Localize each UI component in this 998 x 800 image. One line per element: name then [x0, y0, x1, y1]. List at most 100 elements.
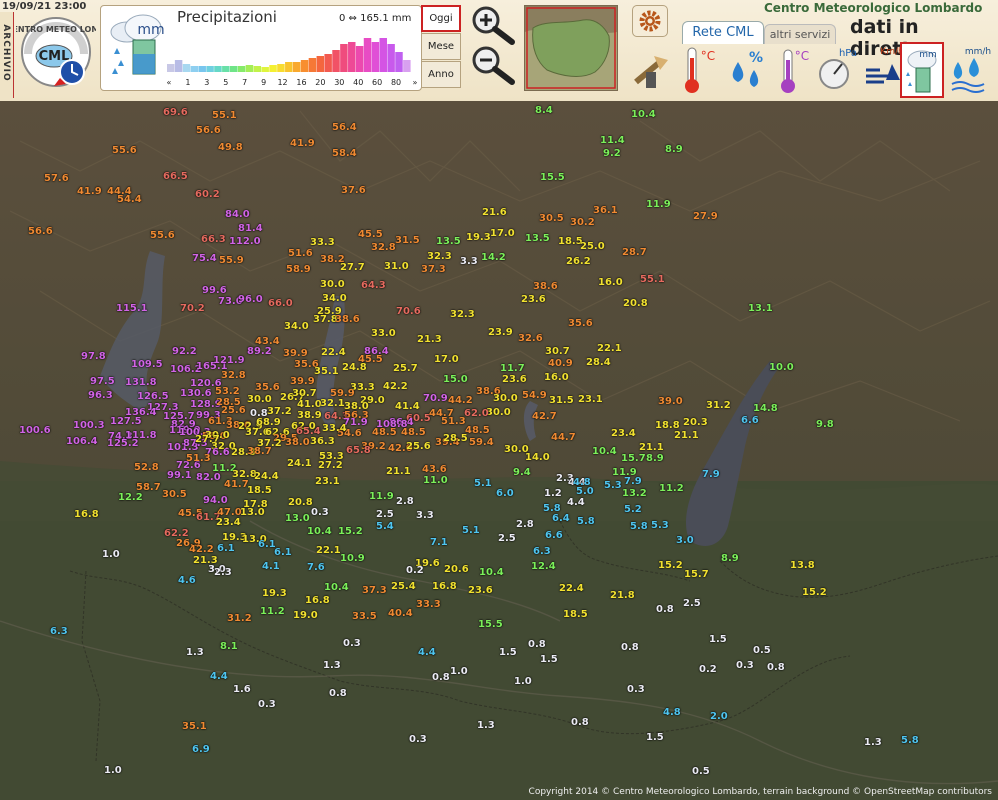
station-value[interactable]: 35.6 [255, 382, 280, 393]
station-value[interactable]: 125.2 [107, 438, 139, 449]
station-value[interactable]: 109.5 [131, 359, 163, 370]
period-year-button[interactable]: Anno [421, 61, 461, 88]
station-value[interactable]: 66.5 [163, 171, 188, 182]
station-value[interactable]: 31.5 [395, 235, 420, 246]
wind-direction-icon[interactable] [632, 42, 676, 98]
station-value[interactable]: 36.1 [593, 205, 618, 216]
station-value[interactable]: 70.9 [423, 393, 448, 404]
station-value[interactable]: 7.9 [702, 469, 720, 480]
station-value[interactable]: 16.0 [544, 372, 569, 383]
station-value[interactable]: 1.5 [646, 732, 664, 743]
station-value[interactable]: 56.6 [196, 125, 221, 136]
station-value[interactable]: 31.2 [227, 613, 252, 624]
station-value[interactable]: 40.9 [548, 358, 573, 369]
station-value[interactable]: 0.3 [343, 638, 361, 649]
station-value[interactable]: 15.7 [621, 453, 646, 464]
station-value[interactable]: 18.5 [247, 485, 272, 496]
station-value[interactable]: 44.7 [551, 432, 576, 443]
station-value[interactable]: 100.6 [19, 425, 51, 436]
station-value[interactable]: 92.2 [172, 346, 197, 357]
station-value[interactable]: 8.9 [721, 553, 739, 564]
station-value[interactable]: 27.7 [340, 262, 365, 273]
station-value[interactable]: 13.5 [525, 233, 550, 244]
station-value[interactable]: 24.8 [342, 362, 367, 373]
station-value[interactable]: 10.9 [340, 553, 365, 564]
station-value[interactable]: 6.6 [741, 415, 759, 426]
precipitation-scale[interactable]: « 1 3 5 7 9 12 16 20 30 40 60 80 » [165, 32, 419, 88]
station-value[interactable]: 2.5 [683, 598, 701, 609]
station-value[interactable]: 56.4 [332, 122, 357, 133]
station-value[interactable]: 32.8 [221, 370, 246, 381]
station-value[interactable]: 99.6 [202, 285, 227, 296]
station-value[interactable]: 20.8 [623, 298, 648, 309]
station-value[interactable]: 23.1 [315, 476, 340, 487]
station-value[interactable]: 11.0 [423, 475, 448, 486]
station-value[interactable]: 17.0 [434, 354, 459, 365]
station-value[interactable]: 37.6 [341, 185, 366, 196]
station-value[interactable]: 16.8 [305, 595, 330, 606]
station-value[interactable]: 127.5 [110, 416, 142, 427]
station-value[interactable]: 5.8 [901, 735, 919, 746]
station-value[interactable]: 8.1 [220, 641, 238, 652]
station-value[interactable]: 0.8 [621, 642, 639, 653]
station-value[interactable]: 19.3 [262, 588, 287, 599]
dewpoint-icon[interactable]: °C [770, 42, 814, 98]
station-value[interactable]: 15.0 [443, 374, 468, 385]
station-value[interactable]: 97.8 [81, 351, 106, 362]
station-value[interactable]: 55.6 [150, 230, 175, 241]
station-value[interactable]: 70.6 [396, 306, 421, 317]
station-value[interactable]: 41.9 [290, 138, 315, 149]
station-value[interactable]: 0.3 [311, 507, 329, 518]
station-value[interactable]: 11.9 [369, 491, 394, 502]
station-value[interactable]: 81.4 [238, 223, 263, 234]
station-value[interactable]: 82.0 [196, 472, 221, 483]
station-value[interactable]: 4.6 [178, 575, 196, 586]
station-value[interactable]: 5.3 [604, 480, 622, 491]
station-value[interactable]: 42.2 [189, 544, 214, 555]
station-value[interactable]: 89.2 [247, 346, 272, 357]
rain-rate-icon[interactable]: mm/h [948, 42, 992, 98]
station-value[interactable]: 55.6 [112, 145, 137, 156]
station-value[interactable]: 54.4 [117, 194, 142, 205]
station-value[interactable]: 131.8 [125, 377, 157, 388]
station-value[interactable]: 34.0 [322, 293, 347, 304]
station-value[interactable]: 0.2 [699, 664, 717, 675]
station-value[interactable]: 11.2 [260, 606, 285, 617]
station-value[interactable]: 100.3 [73, 420, 105, 431]
station-value[interactable]: 16.8 [74, 509, 99, 520]
station-value[interactable]: 4.1 [262, 561, 280, 572]
station-value[interactable]: 0.3 [409, 734, 427, 745]
station-value[interactable]: 9.8 [816, 419, 834, 430]
station-value[interactable]: 99.1 [167, 470, 192, 481]
station-value[interactable]: 38.7 [247, 446, 272, 457]
station-value[interactable]: 17.0 [490, 228, 515, 239]
station-value[interactable]: 4.4 [210, 671, 228, 682]
station-value[interactable]: 64.3 [361, 280, 386, 291]
station-value[interactable]: 37.3 [362, 585, 387, 596]
station-value[interactable]: 11.7 [500, 363, 525, 374]
station-value[interactable]: 8.9 [646, 453, 664, 464]
station-value[interactable]: 23.6 [502, 374, 527, 385]
station-value[interactable]: 22.4 [321, 347, 346, 358]
station-value[interactable]: 41.0 [297, 399, 322, 410]
station-value[interactable]: 56.6 [28, 226, 53, 237]
station-value[interactable]: 27.2 [318, 460, 343, 471]
station-value[interactable]: 112.0 [229, 236, 261, 247]
settings-gear-icon[interactable] [632, 5, 668, 37]
station-value[interactable]: 1.6 [233, 684, 251, 695]
station-value[interactable]: 0.8 [656, 604, 674, 615]
station-value[interactable]: 13.0 [285, 513, 310, 524]
station-value[interactable]: 1.3 [864, 737, 882, 748]
station-value[interactable]: 9.2 [603, 148, 621, 159]
station-value[interactable]: 6.1 [274, 547, 292, 558]
station-value[interactable]: 39.9 [290, 376, 315, 387]
station-value[interactable]: 55.1 [640, 274, 665, 285]
station-value[interactable]: 25.6 [221, 405, 246, 416]
station-value[interactable]: 70.2 [180, 303, 205, 314]
station-value[interactable]: 14.2 [481, 252, 506, 263]
tab-rete-cml[interactable]: Rete CML [682, 21, 764, 44]
station-value[interactable]: 65.8 [346, 445, 371, 456]
overview-minimap[interactable] [524, 5, 618, 91]
station-value[interactable]: 32.8 [371, 242, 396, 253]
station-value[interactable]: 0.3 [736, 660, 754, 671]
